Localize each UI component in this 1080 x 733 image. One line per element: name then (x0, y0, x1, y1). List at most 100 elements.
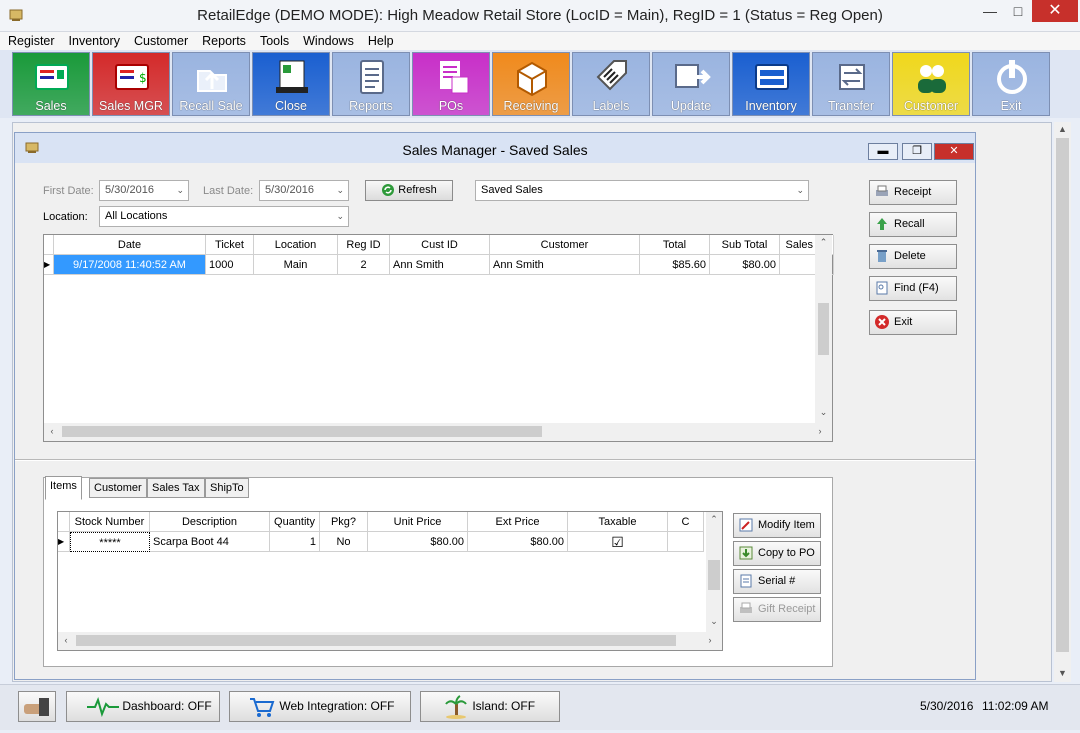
item-column-quantity[interactable]: Quantity (270, 512, 320, 532)
toolbar-receiving-button[interactable]: Receiving (492, 52, 570, 116)
toolbar-inventory-button[interactable]: Inventory (732, 52, 810, 116)
item-column-pkg-[interactable]: Pkg? (320, 512, 368, 532)
exit-button[interactable]: Exit (869, 310, 957, 335)
item-actions: Modify Item Copy to PO Serial # Gift Rec… (733, 513, 829, 633)
item-cell-unit-price[interactable]: $80.00 (368, 532, 468, 552)
item-column-taxable[interactable]: Taxable (568, 512, 668, 532)
toolbar-close-button[interactable]: Close (252, 52, 330, 116)
toolbar-pos-button[interactable]: POs (412, 52, 490, 116)
toolbar-update-button[interactable]: Update (652, 52, 730, 116)
title-bar: RetailEdge (DEMO MODE): High Meadow Reta… (0, 0, 1080, 32)
menu-register[interactable]: Register (0, 32, 61, 50)
refresh-icon (382, 184, 395, 197)
item-cell-pkg-[interactable]: No (320, 532, 368, 552)
scroll-left-icon[interactable]: ‹ (46, 426, 58, 436)
scroll-down-icon[interactable]: ⌄ (815, 407, 832, 418)
receipt-button[interactable]: Receipt (869, 180, 957, 205)
items-grid-vscroll[interactable]: ⌃ ⌄ (706, 512, 722, 632)
item-cell-quantity[interactable]: 1 (270, 532, 320, 552)
menu-windows[interactable]: Windows (295, 32, 360, 50)
menu-help[interactable]: Help (360, 32, 400, 50)
item-cell-ext-price[interactable]: $80.00 (468, 532, 568, 552)
toolbar-label: Receiving (503, 99, 559, 113)
toolbar-reports-button[interactable]: Reports (332, 52, 410, 116)
modify-item-button[interactable]: Modify Item (733, 513, 821, 538)
menu-customer[interactable]: Customer (126, 32, 194, 50)
tab-shipto[interactable]: ShipTo (205, 478, 249, 498)
last-date-picker[interactable]: 5/30/2016 ⌄ (259, 180, 349, 201)
splitter[interactable] (15, 459, 975, 461)
signout-button[interactable] (18, 691, 56, 722)
column-header-sub-total[interactable]: Sub Total (710, 235, 780, 255)
delete-button[interactable]: Delete (869, 244, 957, 269)
workspace-scrollbar[interactable]: ▲ ▼ (1054, 122, 1071, 682)
minimize-icon[interactable]: — (975, 0, 1005, 22)
scroll-up-icon[interactable]: ⌃ (815, 237, 832, 248)
toolbar-recall-sale-button[interactable]: Recall Sale (172, 52, 250, 116)
toolbar-labels-button[interactable]: Labels (572, 52, 650, 116)
toolbar-sales-mgr-button[interactable]: $ Sales MGR (92, 52, 170, 116)
copy-to-po-button[interactable]: Copy to PO (733, 541, 821, 566)
items-grid-hscroll[interactable]: ‹ › (58, 632, 722, 650)
column-header-reg-id[interactable]: Reg ID (338, 235, 390, 255)
scroll-right-icon[interactable]: › (814, 426, 826, 436)
close-icon[interactable]: ✕ (1032, 0, 1078, 22)
tab-items[interactable]: Items (45, 476, 82, 500)
sales-cell-location[interactable]: Main (254, 255, 338, 275)
window-title: RetailEdge (DEMO MODE): High Meadow Reta… (197, 7, 883, 24)
sales-cell-date[interactable]: 9/17/2008 11:40:52 AM (54, 255, 206, 275)
serial-button[interactable]: Serial # (733, 569, 821, 594)
sales-cell-customer[interactable]: Ann Smith (490, 255, 640, 275)
tab-customer[interactable]: Customer (89, 478, 147, 498)
item-cell-stock-number[interactable]: ***** (70, 532, 150, 552)
taxable-checkbox[interactable]: ☑ (568, 532, 668, 552)
column-header-date[interactable]: Date (54, 235, 206, 255)
column-header-cust-id[interactable]: Cust ID (390, 235, 490, 255)
refresh-button[interactable]: Refresh (365, 180, 453, 201)
item-cell-c[interactable] (668, 532, 704, 552)
detail-tabs: Items Customer Sales Tax ShipTo (45, 476, 445, 500)
scroll-left-icon[interactable]: ‹ (60, 635, 72, 645)
first-date-picker[interactable]: 5/30/2016 ⌄ (99, 180, 189, 201)
sales-cell-cust-id[interactable]: Ann Smith (390, 255, 490, 275)
sales-cell-reg-id[interactable]: 2 (338, 255, 390, 275)
toolbar-customer-button[interactable]: Customer (892, 52, 970, 116)
toolbar-exit-button[interactable]: Exit (972, 52, 1050, 116)
tab-sales-tax[interactable]: Sales Tax (147, 478, 205, 498)
location-select[interactable]: All Locations ⌄ (99, 206, 349, 227)
dashboard-button[interactable]: Dashboard: OFF (66, 691, 220, 722)
sales-cell-total[interactable]: $85.60 (640, 255, 710, 275)
sales-grid-vscroll[interactable]: ⌃ ⌄ (815, 235, 832, 423)
column-header-customer[interactable]: Customer (490, 235, 640, 255)
item-column-description[interactable]: Description (150, 512, 270, 532)
item-column-ext-price[interactable]: Ext Price (468, 512, 568, 532)
web-integration-button[interactable]: Web Integration: OFF (229, 691, 411, 722)
menu-reports[interactable]: Reports (194, 32, 252, 50)
item-column-stock-number[interactable]: Stock Number (70, 512, 150, 532)
scroll-right-icon[interactable]: › (704, 635, 716, 645)
item-column-unit-price[interactable]: Unit Price (368, 512, 468, 532)
sales-cell-ticket[interactable]: 1000 (206, 255, 254, 275)
recall-button[interactable]: Recall (869, 212, 957, 237)
item-column-c[interactable]: C (668, 512, 704, 532)
item-cell-description[interactable]: Scarpa Boot 44 (150, 532, 270, 552)
column-header-ticket[interactable]: Ticket (206, 235, 254, 255)
menu-tools[interactable]: Tools (252, 32, 295, 50)
column-header-location[interactable]: Location (254, 235, 338, 255)
scroll-up-icon[interactable]: ▲ (1054, 124, 1071, 134)
toolbar-transfer-button[interactable]: Transfer (812, 52, 890, 116)
items-grid[interactable]: Stock Number Description Quantity Pkg? Unit … (57, 511, 723, 651)
find-button[interactable]: Find (F4) (869, 276, 957, 301)
scroll-down-icon[interactable]: ▼ (1054, 668, 1071, 678)
toolbar-sales-button[interactable]: Sales (12, 52, 90, 116)
sales-cell-sub-total[interactable]: $80.00 (710, 255, 780, 275)
scroll-down-icon[interactable]: ⌄ (706, 616, 722, 627)
scroll-up-icon[interactable]: ⌃ (706, 514, 722, 525)
sales-grid[interactable]: Date Ticket Location Reg ID Cust ID Customer T… (43, 234, 834, 442)
maximize-icon[interactable]: □ (1003, 0, 1033, 22)
column-header-total[interactable]: Total (640, 235, 710, 255)
sale-type-select[interactable]: Saved Sales ⌄ (475, 180, 809, 201)
island-button[interactable]: Island: OFF (420, 691, 560, 722)
menu-inventory[interactable]: Inventory (61, 32, 126, 50)
sales-grid-hscroll[interactable]: ‹ › (44, 423, 832, 441)
